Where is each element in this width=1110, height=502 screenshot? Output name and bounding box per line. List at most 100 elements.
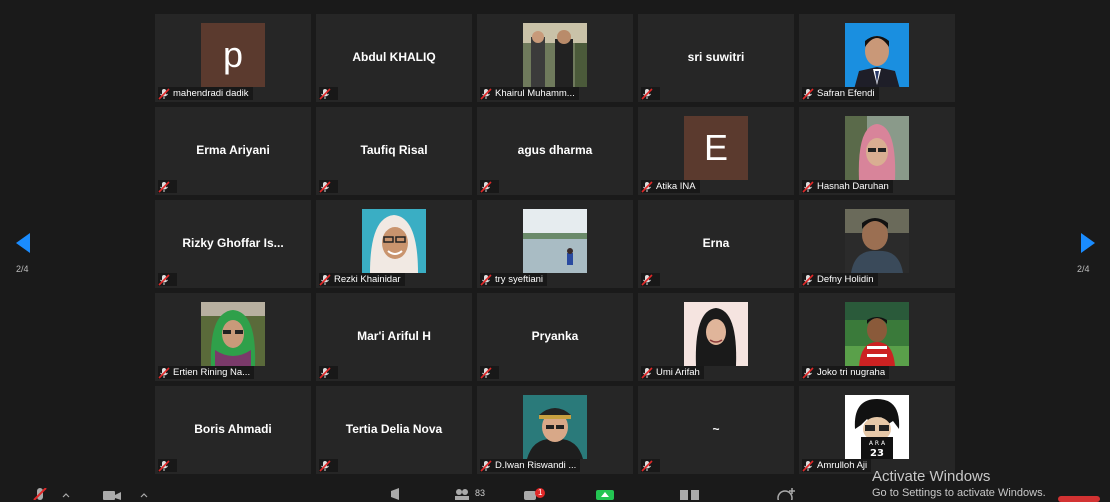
previous-page-arrow-icon[interactable]	[15, 232, 31, 254]
participant-label	[319, 366, 338, 379]
participant-tile[interactable]: Abdul KHALIQ	[316, 14, 472, 102]
participant-tile[interactable]: p mahendradi dadik	[155, 14, 311, 102]
participant-label-text: Atika INA	[656, 181, 696, 192]
participant-photo	[845, 209, 909, 273]
participant-label	[480, 180, 499, 193]
svg-text:A R A: A R A	[869, 440, 886, 447]
muted-microphone-icon	[802, 459, 814, 472]
participant-label-text: Rezki Khainidar	[334, 274, 401, 285]
muted-microphone-icon	[158, 459, 170, 472]
participant-label-text: D.Iwan Riswandi ...	[495, 460, 577, 471]
participant-label: Rezki Khainidar	[319, 273, 405, 286]
participant-label: Ertien Rining Na...	[158, 366, 255, 379]
security-shield-icon[interactable]	[388, 488, 404, 500]
participant-label: D.Iwan Riswandi ...	[480, 459, 581, 472]
participant-tile[interactable]: Erna	[638, 200, 794, 288]
participant-name: Tertia Delia Nova	[345, 422, 443, 436]
muted-microphone-icon	[480, 87, 492, 100]
chat-notification-badge: 1	[535, 488, 546, 498]
participant-label: try syeftiani	[480, 273, 548, 286]
participant-photo	[523, 23, 587, 87]
muted-microphone-icon	[319, 459, 331, 472]
participant-label-text: Khairul Muhamm...	[495, 88, 575, 99]
reactions-icon[interactable]	[777, 488, 795, 500]
participant-label: Umi Arifah	[641, 366, 704, 379]
participant-label	[641, 87, 660, 100]
muted-microphone-icon	[641, 366, 653, 379]
participant-tile[interactable]: agus dharma	[477, 107, 633, 195]
participant-tile[interactable]: Rezki Khainidar	[316, 200, 472, 288]
participant-tile[interactable]: ~	[638, 386, 794, 474]
participant-tile[interactable]: E Atika INA	[638, 107, 794, 195]
participant-avatar: p	[201, 23, 265, 87]
next-page-arrow-icon[interactable]	[1080, 232, 1096, 254]
participants-icon[interactable]	[455, 488, 469, 500]
participants-count: 83	[475, 488, 486, 498]
participant-tile[interactable]: D.Iwan Riswandi ...	[477, 386, 633, 474]
participant-label: Safran Efendi	[802, 87, 879, 100]
participant-name: agus dharma	[517, 143, 593, 157]
participant-tile[interactable]: Khairul Muhamm...	[477, 14, 633, 102]
participant-tile[interactable]: Safran Efendi	[799, 14, 955, 102]
gallery-view-grid: p mahendradi dadik Abdul KHALIQ Khairul Muh…	[155, 14, 955, 474]
participant-tile[interactable]: Mar'i Ariful H	[316, 293, 472, 381]
participant-tile[interactable]: Boris Ahmadi	[155, 386, 311, 474]
participant-photo	[201, 302, 265, 366]
muted-microphone-icon	[802, 87, 814, 100]
share-screen-icon[interactable]	[596, 488, 614, 500]
end-meeting-button[interactable]	[1058, 496, 1100, 502]
participant-tile[interactable]: try syeftiani	[477, 200, 633, 288]
participant-tile[interactable]: Tertia Delia Nova	[316, 386, 472, 474]
muted-microphone-icon	[802, 366, 814, 379]
participant-photo	[845, 116, 909, 180]
record-icon[interactable]	[680, 488, 700, 500]
svg-text:23: 23	[870, 448, 884, 459]
participant-label	[158, 180, 177, 193]
muted-microphone-icon	[158, 180, 170, 193]
participant-label	[319, 459, 338, 472]
participant-name: Taufiq Risal	[360, 143, 428, 157]
participant-label-text: Defny Holidin	[817, 274, 874, 285]
participant-label-text: Ertien Rining Na...	[173, 367, 251, 378]
participant-label-text: Amrulloh Aji	[817, 460, 868, 471]
participant-name: Erma Ariyani	[196, 143, 270, 157]
participant-name: ~	[712, 422, 720, 436]
participant-label	[480, 366, 499, 379]
participant-label	[319, 87, 338, 100]
participant-label-text: Umi Arifah	[656, 367, 700, 378]
participant-name: Rizky Ghoffar Is...	[182, 236, 284, 250]
participant-tile[interactable]: sri suwitri	[638, 14, 794, 102]
participant-tile[interactable]: Taufiq Risal	[316, 107, 472, 195]
start-video-icon[interactable]	[103, 488, 121, 500]
participant-label: Amrulloh Aji	[802, 459, 872, 472]
muted-microphone-icon	[158, 87, 170, 100]
participant-tile[interactable]: Joko tri nugraha	[799, 293, 955, 381]
participant-tile[interactable]: Ertien Rining Na...	[155, 293, 311, 381]
participant-name: Boris Ahmadi	[194, 422, 272, 436]
participant-avatar: E	[684, 116, 748, 180]
participant-tile[interactable]: A R A 23 Amrulloh Aji	[799, 386, 955, 474]
muted-microphone-icon	[641, 87, 653, 100]
muted-microphone-icon	[641, 273, 653, 286]
participant-photo	[845, 23, 909, 87]
participant-name: Abdul KHALIQ	[352, 50, 436, 64]
participant-label-text: Safran Efendi	[817, 88, 875, 99]
participant-label: Hasnah Daruhan	[802, 180, 893, 193]
participant-label-text: mahendradi dadik	[173, 88, 249, 99]
participant-tile[interactable]: Defny Holidin	[799, 200, 955, 288]
mute-audio-icon[interactable]	[32, 488, 48, 500]
participant-name: Mar'i Ariful H	[357, 329, 431, 343]
muted-microphone-icon	[319, 273, 331, 286]
video-options-caret-icon[interactable]	[140, 488, 148, 500]
participant-photo	[523, 209, 587, 273]
participant-tile[interactable]: Pryanka	[477, 293, 633, 381]
participant-photo	[845, 302, 909, 366]
participant-label: Atika INA	[641, 180, 700, 193]
participant-tile[interactable]: Erma Ariyani	[155, 107, 311, 195]
audio-options-caret-icon[interactable]	[62, 488, 70, 500]
participant-tile[interactable]: Umi Arifah	[638, 293, 794, 381]
participant-tile[interactable]: Rizky Ghoffar Is...	[155, 200, 311, 288]
muted-microphone-icon	[641, 459, 653, 472]
participant-label: Joko tri nugraha	[802, 366, 890, 379]
participant-tile[interactable]: Hasnah Daruhan	[799, 107, 955, 195]
